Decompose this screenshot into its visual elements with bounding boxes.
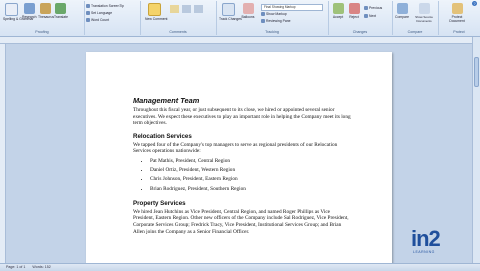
next-label: Next bbox=[369, 14, 376, 18]
list-item: Chris Johnson, President, Eastern Region bbox=[150, 175, 351, 184]
next-icon bbox=[364, 14, 368, 19]
comments-group: New Comment Comments bbox=[140, 1, 217, 35]
compare-label: Compare bbox=[395, 15, 409, 19]
changes-group: Accept Reject Previous Next Changes bbox=[328, 1, 393, 35]
help-icon[interactable]: ? bbox=[472, 1, 477, 6]
show-source-button[interactable]: Show Source Documents bbox=[413, 3, 435, 23]
protect-group-label: Protect bbox=[453, 30, 465, 34]
spelling-button[interactable]: Spelling & Grammar bbox=[3, 3, 34, 21]
show-markup-icon bbox=[261, 12, 265, 17]
research-icon bbox=[23, 3, 35, 14]
new-comment-button[interactable]: New Comment bbox=[145, 3, 168, 21]
word-count-button[interactable]: Word Count bbox=[86, 18, 109, 23]
show-source-label: Show Source Documents bbox=[415, 15, 433, 23]
track-changes-label: Track Changes bbox=[219, 17, 242, 21]
track-changes-button[interactable]: Track Changes bbox=[219, 3, 242, 21]
in2-learning-logo: in2 LEARNING bbox=[411, 226, 471, 256]
presidents-list: Pat Mathis, President, Central Region Da… bbox=[133, 157, 351, 194]
horizontal-ruler[interactable] bbox=[0, 37, 480, 44]
translate-icon bbox=[54, 3, 66, 14]
vertical-scrollbar[interactable] bbox=[472, 37, 480, 263]
compare-icon bbox=[396, 3, 408, 14]
management-team-heading: Management Team bbox=[133, 96, 200, 105]
screentip-icon bbox=[86, 4, 90, 9]
research-button[interactable]: Research bbox=[22, 3, 37, 19]
abc-check-icon bbox=[4, 3, 18, 16]
reviewing-pane-label: Reviewing Pane bbox=[266, 19, 291, 23]
translate-button[interactable]: Translate bbox=[54, 3, 69, 19]
reject-icon bbox=[348, 3, 360, 14]
reviewing-pane-button[interactable]: Reviewing Pane bbox=[261, 19, 291, 24]
word-count-icon bbox=[86, 18, 90, 23]
accept-button[interactable]: Accept bbox=[331, 3, 345, 19]
compare-button[interactable]: Compare bbox=[394, 3, 410, 19]
tracking-group: Track Changes Balloons Final Showing Mar… bbox=[216, 1, 329, 35]
show-markup-button[interactable]: Show Markup bbox=[261, 12, 287, 17]
protect-group: Protect Document Protect bbox=[438, 1, 480, 35]
intro-paragraph: Throughout this fiscal year, or just sub… bbox=[133, 107, 351, 127]
thesaurus-button[interactable]: Thesaurus bbox=[38, 3, 55, 19]
translation-screentip-label: Translation ScreenTip bbox=[91, 4, 124, 8]
balloons-icon bbox=[242, 3, 254, 14]
relocation-paragraph: We tapped four of the Company's top mana… bbox=[133, 141, 338, 155]
previous-change-button[interactable]: Previous bbox=[364, 6, 382, 11]
list-item: Daniel Ortiz, President, Western Region bbox=[150, 166, 351, 175]
spelling-label: Spelling & Grammar bbox=[3, 17, 34, 21]
reviewing-pane-icon bbox=[261, 19, 265, 24]
tracking-group-label: Tracking bbox=[265, 30, 279, 34]
relocation-services-heading: Relocation Services bbox=[133, 132, 192, 140]
vertical-ruler[interactable] bbox=[0, 44, 6, 263]
reject-button[interactable]: Reject bbox=[347, 3, 361, 19]
previous-label: Previous bbox=[369, 6, 383, 10]
translation-screentip-button[interactable]: Translation ScreenTip bbox=[86, 4, 124, 9]
protect-document-label: Protect Document bbox=[449, 15, 465, 23]
accept-icon bbox=[332, 3, 344, 14]
page-count[interactable]: Page: 1 of 1 bbox=[6, 265, 25, 269]
word-count[interactable]: Words: 152 bbox=[32, 265, 50, 269]
balloons-button[interactable]: Balloons bbox=[240, 3, 256, 19]
next-comment-icon[interactable] bbox=[194, 5, 203, 13]
logo-subtitle: LEARNING bbox=[413, 250, 435, 254]
set-language-button[interactable]: Set Language bbox=[86, 11, 112, 16]
ribbon: Spelling & Grammar Research Thesaurus Tr… bbox=[0, 0, 480, 37]
proofing-small-group: Translation ScreenTip Set Language Word … bbox=[84, 1, 141, 35]
translate-label: Translate bbox=[54, 15, 69, 19]
word-count-label: Word Count bbox=[91, 18, 110, 22]
next-change-button[interactable]: Next bbox=[364, 14, 376, 19]
accept-label: Accept bbox=[332, 15, 344, 19]
list-item: Brian Rodriguez, President, Southern Reg… bbox=[150, 185, 351, 194]
research-label: Research bbox=[22, 15, 37, 19]
document-page[interactable]: Management Team Throughout this fiscal y… bbox=[86, 52, 392, 267]
proofing-group: Spelling & Grammar Research Thesaurus Tr… bbox=[0, 1, 85, 35]
compare-group: Compare Show Source Documents Compare bbox=[392, 1, 439, 35]
lock-icon bbox=[451, 3, 463, 14]
previous-comment-icon[interactable] bbox=[182, 5, 191, 13]
thesaurus-label: Thesaurus bbox=[38, 15, 55, 19]
source-documents-icon bbox=[418, 3, 430, 14]
set-language-label: Set Language bbox=[91, 11, 113, 15]
delete-comment-icon[interactable] bbox=[170, 5, 179, 13]
balloons-label: Balloons bbox=[241, 15, 255, 19]
display-for-review-dropdown[interactable]: Final Showing Markup bbox=[261, 4, 323, 11]
new-comment-icon bbox=[147, 3, 161, 16]
show-markup-label: Show Markup bbox=[266, 12, 287, 16]
comments-group-label: Comments bbox=[169, 30, 187, 34]
property-services-heading: Property Services bbox=[133, 199, 186, 207]
new-comment-label: New Comment bbox=[145, 17, 168, 21]
list-item: Pat Mathis, President, Central Region bbox=[150, 157, 351, 166]
reject-label: Reject bbox=[349, 15, 359, 19]
changes-group-label: Changes bbox=[352, 30, 368, 34]
property-paragraph: We hired Jean Hutchins as Vice President… bbox=[133, 208, 349, 235]
proofing-group-label: Proofing bbox=[35, 30, 49, 34]
compare-group-label: Compare bbox=[407, 30, 423, 34]
language-icon bbox=[86, 11, 90, 16]
track-changes-icon bbox=[221, 3, 235, 16]
document-body[interactable]: Management Team Throughout this fiscal y… bbox=[133, 96, 351, 235]
logo-text: in2 bbox=[411, 226, 441, 251]
previous-icon bbox=[364, 6, 368, 11]
protect-document-button[interactable]: Protect Document bbox=[445, 3, 469, 23]
thesaurus-icon bbox=[39, 3, 51, 14]
scrollbar-thumb[interactable] bbox=[474, 57, 479, 87]
